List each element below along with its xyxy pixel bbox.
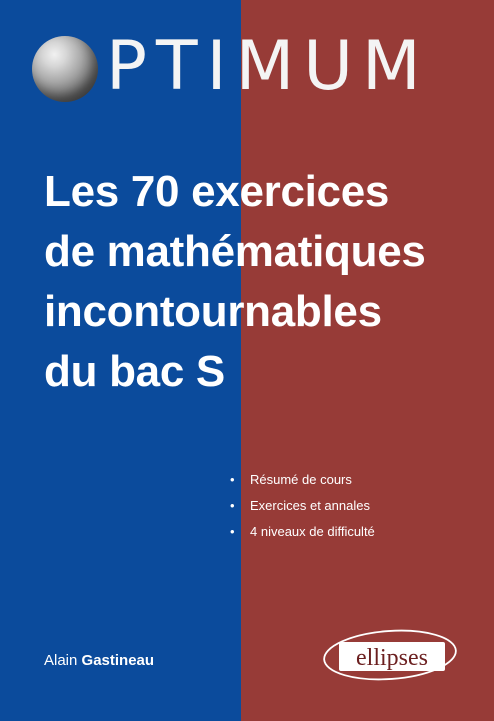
feature-text: Exercices et annales (250, 498, 370, 513)
feature-item: • Résumé de cours (230, 467, 375, 493)
feature-list: • Résumé de cours • Exercices et annales… (230, 467, 375, 545)
bullet-icon: • (230, 498, 235, 513)
author-first-name: Alain (44, 652, 78, 669)
publisher-logo: ellipses (320, 628, 460, 688)
sphere-icon (32, 36, 98, 102)
bullet-icon: • (230, 472, 235, 487)
title-line: Les 70 exercices (44, 167, 390, 216)
feature-item: • 4 niveaux de difficulté (230, 519, 375, 545)
series-logo: PTIMUM (0, 0, 494, 130)
bullet-icon: • (230, 524, 235, 539)
author-last-name: Gastineau (81, 652, 155, 669)
title-line: du bac S (44, 347, 225, 396)
publisher-name: ellipses (356, 645, 428, 671)
feature-text: Résumé de cours (250, 472, 352, 487)
feature-item: • Exercices et annales (230, 493, 375, 519)
book-title: Les 70 exercices de mathématiques incont… (44, 162, 474, 402)
author-name: Alain Gastineau (44, 652, 154, 670)
series-name: PTIMUM (106, 27, 430, 106)
title-line: incontournables (44, 287, 382, 336)
title-line: de mathématiques (44, 227, 426, 276)
book-cover: PTIMUM Les 70 exercices de mathématiques… (0, 0, 494, 721)
publisher-logo-mark: ellipses (323, 629, 457, 681)
feature-text: 4 niveaux de difficulté (250, 524, 375, 539)
